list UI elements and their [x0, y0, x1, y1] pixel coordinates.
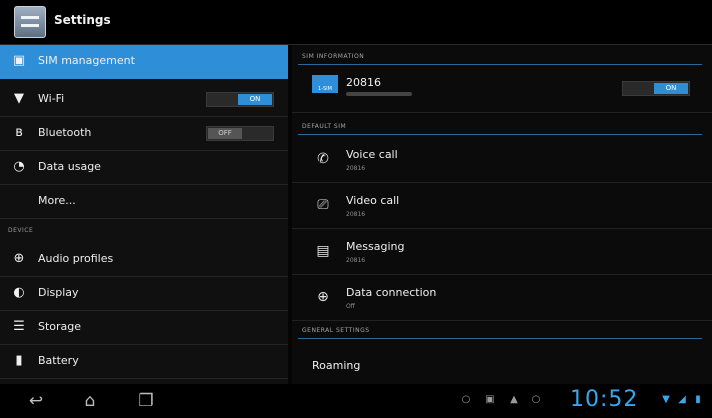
list-item-label: Messaging [346, 240, 405, 253]
sidebar-item-label: Audio profiles [38, 252, 114, 265]
list-item-sub: 20816 [346, 211, 366, 218]
battery-status-icon: ▮ [695, 394, 701, 405]
list-item-voice-call[interactable]: ✆ Voice call 20816 [292, 137, 712, 183]
wifi-signal-icon: ▼ [662, 394, 670, 405]
sidebar-item-label: Data usage [38, 160, 101, 173]
home-icon[interactable]: ⌂ [76, 392, 104, 410]
back-icon[interactable]: ↩ [22, 392, 50, 410]
list-item-label: Voice call [346, 148, 398, 161]
sim-badge-label: 1-SIM [318, 86, 332, 92]
storage-icon: ☰ [13, 319, 25, 334]
section-header-general-settings: GENERAL SETTINGS [302, 327, 370, 334]
list-item-video-call[interactable]: ⎚ Video call 20816 [292, 183, 712, 229]
sidebar-item-label: Battery [38, 354, 79, 367]
section-header-default-sim: DEFAULT SIM [302, 123, 347, 130]
toggle-state: ON [238, 94, 272, 105]
bluetooth-icon: ʙ [15, 125, 23, 140]
sim-number-redacted [346, 92, 412, 96]
battery-icon: ▮ [15, 353, 23, 368]
sidebar-item-label: More... [38, 194, 76, 207]
sidebar-item-label: Display [38, 286, 79, 299]
app-title: Settings [54, 13, 111, 27]
sidebar-item-wifi[interactable]: ▼ Wi-Fi ON [0, 83, 288, 117]
sim-management-detail-panel: SIM INFORMATION 1-SIM 20816 ON DEFAULT S… [292, 45, 712, 384]
sidebar-item-bluetooth[interactable]: ʙ Bluetooth OFF [0, 117, 288, 151]
list-item-sub: 20816 [346, 257, 366, 264]
sidebar-item-battery[interactable]: ▮ Battery [0, 345, 288, 379]
sidebar-item-data-usage[interactable]: ◔ Data usage [0, 151, 288, 185]
sim-card-icon: ▣ [12, 53, 26, 68]
sidebar-item-label: SIM management [38, 54, 135, 67]
sync-icon[interactable]: ○ [530, 394, 542, 406]
bluetooth-toggle[interactable]: OFF [206, 126, 274, 141]
sidebar-item-sim-management[interactable]: ▣ SIM management [0, 45, 288, 79]
list-item-sub: 20816 [346, 165, 366, 172]
sim-card-icon: 1-SIM [312, 75, 338, 93]
video-call-icon: ⎚ [317, 197, 329, 213]
phone-icon: ✆ [317, 151, 329, 167]
status-clock[interactable]: 10:52 [570, 387, 638, 412]
wifi-icon: ▼ [14, 91, 24, 106]
messaging-icon: ▤ [316, 243, 330, 259]
display-icon: ◐ [13, 285, 25, 300]
toggle-state: OFF [208, 128, 242, 139]
notification-icon[interactable]: ○ [460, 394, 472, 406]
section-header-sim-information: SIM INFORMATION [302, 53, 365, 60]
data-usage-icon: ◔ [13, 159, 25, 174]
list-item-label: Roaming [312, 359, 361, 372]
cell-signal-icon: ◢ [678, 394, 686, 405]
sidebar-item-label: Storage [38, 320, 82, 333]
globe-icon: ⊕ [317, 289, 329, 305]
wifi-toggle[interactable]: ON [206, 92, 274, 107]
section-divider [298, 338, 702, 339]
list-item-label: Video call [346, 194, 400, 207]
sidebar-item-label: Wi-Fi [38, 92, 65, 105]
list-item-data-connection[interactable]: ⊕ Data connection Off [292, 275, 712, 321]
sim-card-row[interactable]: 1-SIM 20816 ON [292, 65, 712, 113]
recent-apps-icon[interactable]: ❐ [132, 392, 160, 410]
sim-toggle[interactable]: ON [622, 81, 690, 96]
sidebar-item-audio-profiles[interactable]: ⊕ Audio profiles [0, 243, 288, 277]
sidebar-item-storage[interactable]: ☰ Storage [0, 311, 288, 345]
system-navigation-bar: ↩ ⌂ ❐ ○ ▣ ▲ ○ 10:52 ▼ ◢ ▮ [0, 384, 712, 418]
list-item-label: Data connection [346, 286, 437, 299]
list-item-sub: Off [346, 303, 355, 310]
warning-icon[interactable]: ▲ [508, 394, 520, 406]
section-header-device: DEVICE [8, 227, 34, 234]
sidebar-item-label: Bluetooth [38, 126, 92, 139]
sim-name: 20816 [346, 76, 381, 89]
audio-profiles-icon: ⊕ [13, 251, 25, 266]
section-divider [298, 134, 702, 135]
settings-categories-panel: ▣ SIM management ▼ Wi-Fi ON ʙ Bluetooth … [0, 45, 288, 384]
screenshot-icon[interactable]: ▣ [484, 394, 496, 406]
toggle-state: ON [654, 83, 688, 94]
settings-app-icon[interactable] [14, 6, 46, 38]
list-item-messaging[interactable]: ▤ Messaging 20816 [292, 229, 712, 275]
list-item-roaming[interactable]: Roaming [292, 341, 712, 384]
sidebar-item-more[interactable]: More... [0, 185, 288, 219]
title-bar: Settings [0, 0, 712, 45]
sidebar-item-display[interactable]: ◐ Display [0, 277, 288, 311]
